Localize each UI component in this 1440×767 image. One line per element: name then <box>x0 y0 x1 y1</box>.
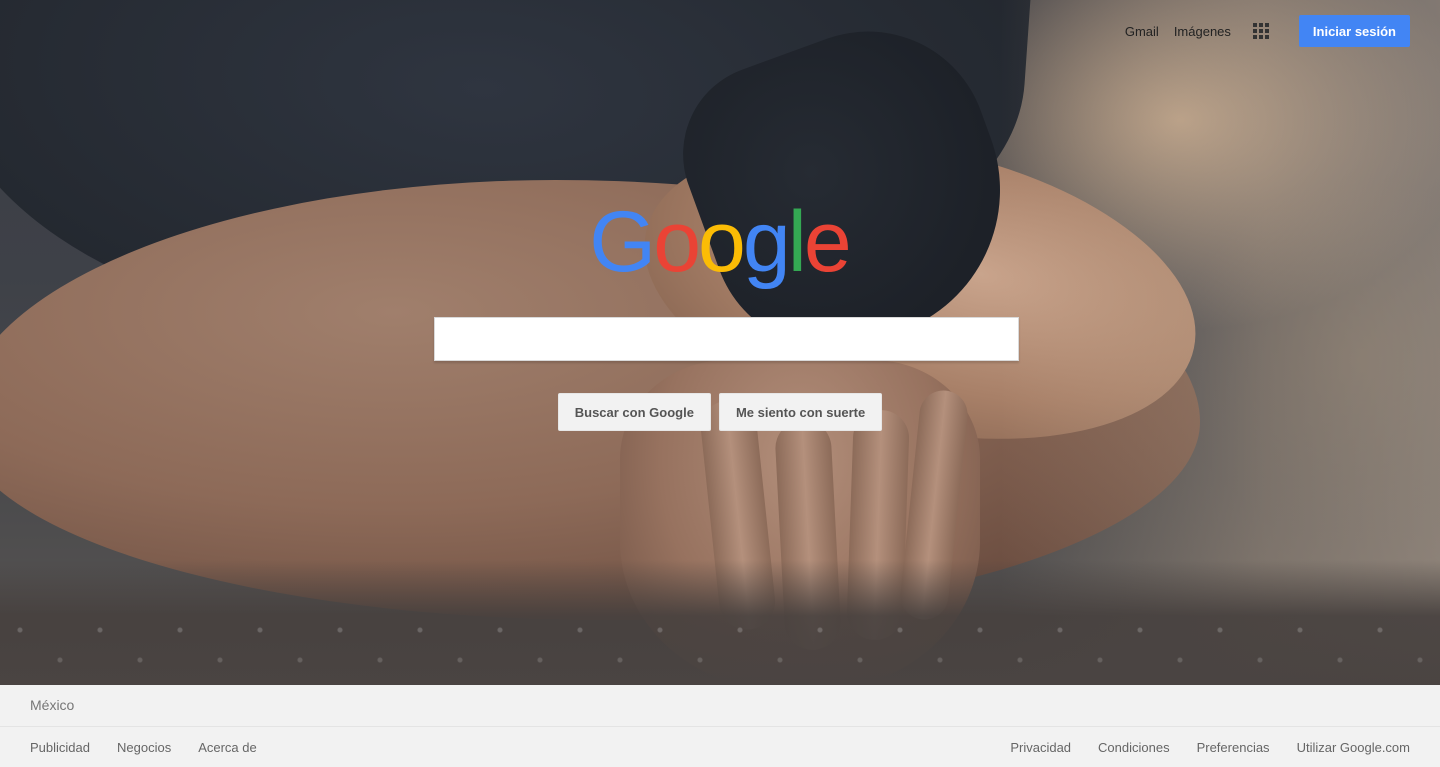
google-logo: Google <box>583 196 855 288</box>
search-box <box>434 317 1019 361</box>
footer-left-links: Publicidad Negocios Acerca de <box>30 740 284 755</box>
lucky-button[interactable]: Me siento con suerte <box>718 393 883 431</box>
footer-link-advertising[interactable]: Publicidad <box>30 740 90 755</box>
footer-links: Publicidad Negocios Acerca de Privacidad… <box>0 727 1440 767</box>
footer-link-use-google-com[interactable]: Utilizar Google.com <box>1297 740 1410 755</box>
top-bar: Gmail Imágenes Iniciar sesión <box>1110 0 1440 62</box>
footer-link-settings[interactable]: Preferencias <box>1197 740 1270 755</box>
gmail-link[interactable]: Gmail <box>1125 24 1159 39</box>
logo-letter: e <box>803 194 852 290</box>
google-homepage: Gmail Imágenes Iniciar sesión Google Bus… <box>0 0 1440 767</box>
search-buttons: Buscar con Google Me siento con suerte <box>0 393 1440 431</box>
footer-link-privacy[interactable]: Privacidad <box>1010 740 1071 755</box>
logo-letter: g <box>742 194 791 290</box>
photo-floor-texture <box>0 590 1440 685</box>
search-input[interactable] <box>435 318 1018 360</box>
footer-link-about[interactable]: Acerca de <box>198 740 257 755</box>
logo-letter: o <box>698 194 746 290</box>
images-link[interactable]: Imágenes <box>1174 24 1231 39</box>
signin-button[interactable]: Iniciar sesión <box>1298 15 1410 47</box>
footer: México Publicidad Negocios Acerca de Pri… <box>0 685 1440 767</box>
logo-letter: G <box>589 194 656 290</box>
apps-grid-icon[interactable] <box>1252 23 1269 39</box>
footer-country: México <box>0 685 1440 727</box>
footer-link-terms[interactable]: Condiciones <box>1098 740 1170 755</box>
logo-letter: l <box>787 194 807 290</box>
footer-right-links: Privacidad Condiciones Preferencias Util… <box>983 740 1410 755</box>
logo-letter: o <box>653 194 701 290</box>
google-search-button[interactable]: Buscar con Google <box>557 393 711 431</box>
footer-link-business[interactable]: Negocios <box>117 740 171 755</box>
